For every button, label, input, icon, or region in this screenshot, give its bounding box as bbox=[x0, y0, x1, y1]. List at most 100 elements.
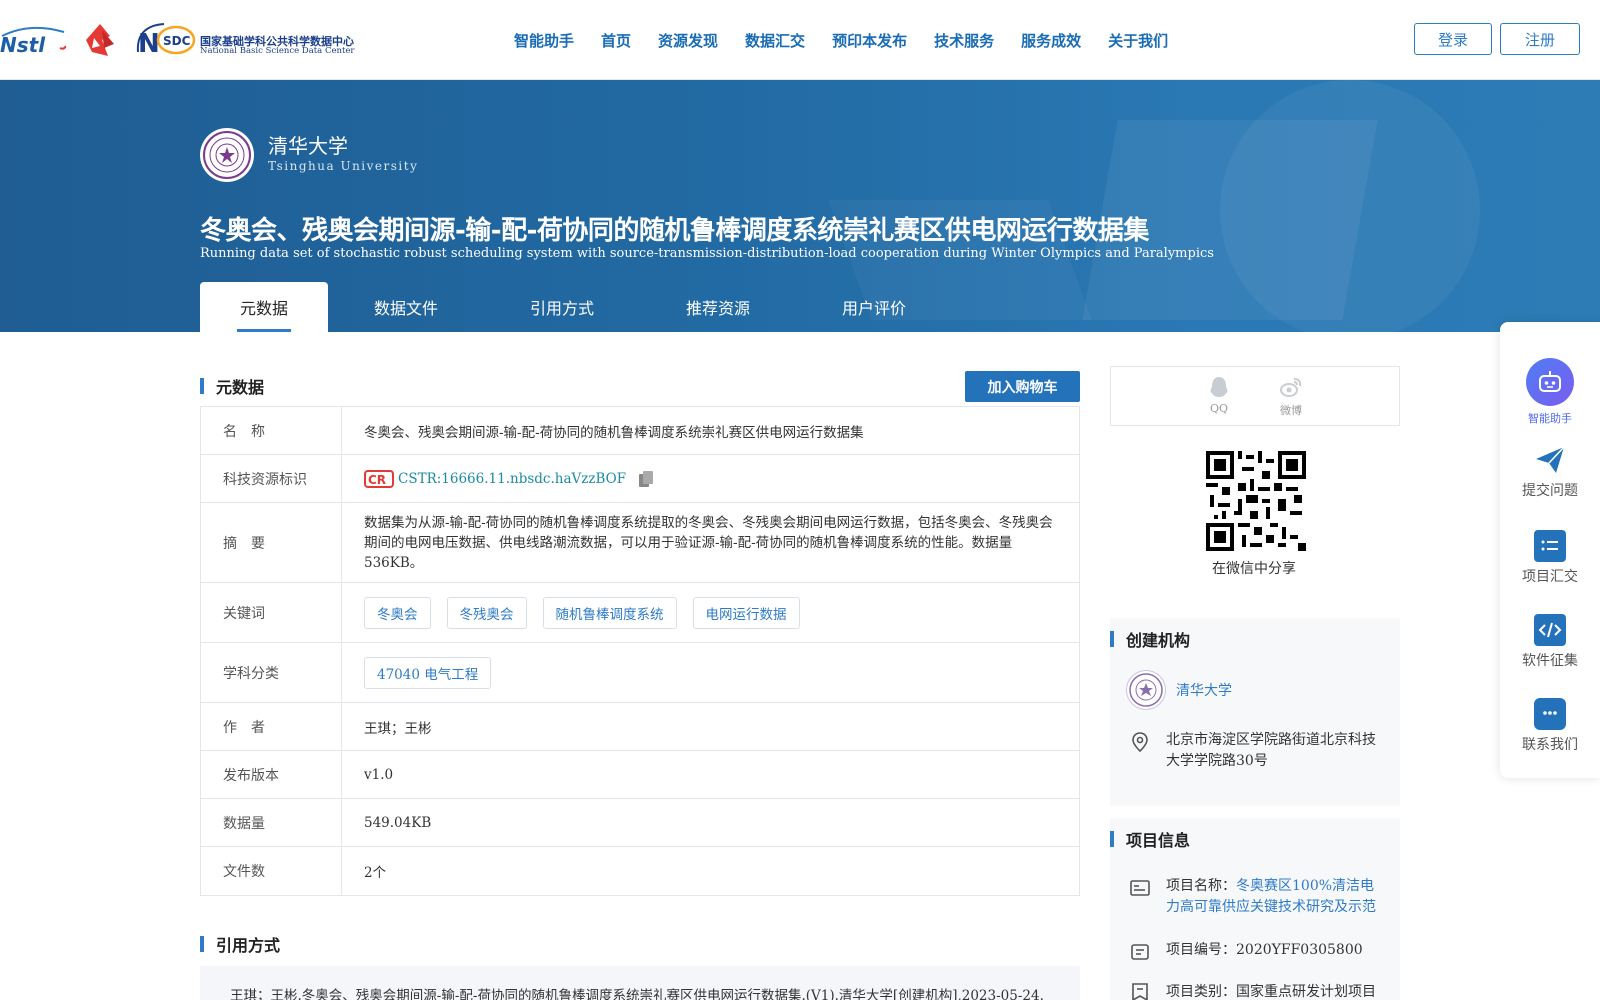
metadata-section-header: 元数据 bbox=[200, 375, 264, 397]
row-label: 学科分类 bbox=[201, 643, 342, 702]
svg-text:N: N bbox=[138, 29, 160, 59]
login-button[interactable]: 登录 bbox=[1414, 23, 1492, 55]
share-qq-label: QQ bbox=[1209, 402, 1229, 415]
cstr-link[interactable]: CR CSTR:16666.11.nbsdc.haVzzBOF bbox=[364, 469, 627, 488]
dataset-english-title: Running data set of stochastic robust sc… bbox=[200, 246, 1214, 261]
metadata-section-title: 元数据 bbox=[216, 378, 265, 397]
tab-recommended[interactable]: 推荐资源 bbox=[640, 282, 796, 332]
cstr-identifier: CSTR:16666.11.nbsdc.haVzzBOF bbox=[398, 470, 627, 487]
table-row: 关键词 冬奥会 冬残奥会 随机鲁棒调度系统 电网运行数据 bbox=[201, 583, 1079, 643]
authors-value: 王琪；王彬 bbox=[364, 720, 432, 737]
dataset-hero: 清华大学 Tsinghua University 冬奥会、残奥会期间源-输-配-… bbox=[0, 80, 1600, 332]
share-box: QQ 微博 bbox=[1110, 366, 1400, 426]
share-qq-button[interactable]: QQ bbox=[1199, 375, 1239, 415]
project-section-header: 项目信息 bbox=[1110, 828, 1190, 850]
svg-text:CR: CR bbox=[368, 473, 386, 487]
row-label: 摘 要 bbox=[201, 503, 342, 582]
nav-ai-assistant[interactable]: 智能助手 bbox=[514, 30, 574, 51]
version-value: v1.0 bbox=[364, 766, 394, 783]
nav-service-results[interactable]: 服务成效 bbox=[1021, 30, 1081, 51]
table-row: 数据量 549.04KB bbox=[201, 799, 1079, 847]
float-project-submission[interactable]: 项目汇交 bbox=[1500, 530, 1600, 586]
row-label: 作 者 bbox=[201, 703, 342, 750]
float-label: 智能助手 bbox=[1528, 412, 1572, 425]
bookmark-icon bbox=[1132, 983, 1148, 1000]
keyword-tag[interactable]: 冬奥会 bbox=[364, 596, 431, 629]
robot-icon bbox=[1526, 358, 1574, 406]
float-contact-us[interactable]: 联系我们 bbox=[1500, 698, 1600, 754]
svg-text:SDC: SDC bbox=[163, 34, 191, 48]
wechat-qr-code bbox=[1206, 451, 1306, 551]
id-card-icon bbox=[1130, 880, 1150, 896]
row-label: 名 称 bbox=[201, 407, 342, 454]
project-name-label: 项目名称： bbox=[1166, 878, 1236, 894]
table-row: 文件数 2个 bbox=[201, 847, 1079, 895]
copy-icon[interactable] bbox=[638, 470, 654, 488]
project-name-line: 项目名称：冬奥赛区100%清洁电力高可靠供应关键技术研究及示范 bbox=[1166, 876, 1386, 918]
project-type: 项目类别：国家重点研发计划项目 bbox=[1166, 984, 1376, 1000]
nav-home[interactable]: 首页 bbox=[601, 30, 631, 51]
row-label: 文件数 bbox=[201, 847, 342, 895]
float-label: 联系我们 bbox=[1522, 737, 1578, 753]
keyword-tag[interactable]: 冬残奥会 bbox=[446, 596, 527, 629]
float-ai-assistant[interactable]: 智能助手 bbox=[1500, 358, 1600, 426]
tab-reviews[interactable]: 用户评价 bbox=[796, 282, 952, 332]
org-section-title: 创建机构 bbox=[1126, 631, 1191, 650]
table-row: 摘 要 数据集为从源-输-配-荷协同的随机鲁棒调度系统提取的冬奥会、冬残奥会期间… bbox=[201, 503, 1079, 583]
float-software-call[interactable]: 软件征集 bbox=[1500, 614, 1600, 670]
university-name[interactable]: 清华大学 bbox=[268, 130, 348, 159]
row-label: 关键词 bbox=[201, 583, 342, 642]
table-row: 学科分类 47040 电气工程 bbox=[201, 643, 1079, 703]
citation-section-title: 引用方式 bbox=[216, 936, 281, 955]
share-weibo-label: 微博 bbox=[1280, 404, 1302, 417]
tab-data-files[interactable]: 数据文件 bbox=[328, 282, 484, 332]
project-number: 项目编号：2020YFF0305800 bbox=[1166, 942, 1363, 958]
floating-toolbar: 智能助手 提交问题 项目汇交 软件征集 联系我们 bbox=[1500, 322, 1600, 778]
share-weibo-button[interactable]: 微博 bbox=[1271, 375, 1311, 418]
tsinghua-seal-logo bbox=[200, 128, 254, 182]
main-nav: 智能助手 首页 资源发现 数据汇交 预印本发布 技术服务 服务成效 关于我们 bbox=[514, 30, 1195, 51]
tab-metadata[interactable]: 元数据 bbox=[200, 282, 328, 332]
nav-resource-discovery[interactable]: 资源发现 bbox=[658, 30, 718, 51]
table-row: 作 者 王琪；王彬 bbox=[201, 703, 1079, 751]
svg-text:Nstl: Nstl bbox=[0, 33, 46, 56]
document-icon bbox=[1131, 944, 1149, 960]
nstl-logo[interactable]: Nstl bbox=[0, 22, 67, 57]
org-section-header: 创建机构 bbox=[1110, 628, 1190, 650]
dataset-tabs: 元数据 数据文件 引用方式 推荐资源 用户评价 bbox=[200, 282, 952, 332]
citation-text: 王琪；王彬.冬奥会、残奥会期间源-输-配-荷协同的随机鲁棒调度系统崇礼赛区供电网… bbox=[200, 966, 1080, 1000]
keyword-tag[interactable]: 随机鲁棒调度系统 bbox=[542, 596, 677, 629]
add-to-cart-button[interactable]: 加入购物车 bbox=[965, 371, 1080, 402]
tab-citation[interactable]: 引用方式 bbox=[484, 282, 640, 332]
table-row: 发布版本 v1.0 bbox=[201, 751, 1079, 799]
register-button[interactable]: 注册 bbox=[1500, 23, 1580, 55]
float-label: 软件征集 bbox=[1522, 653, 1578, 669]
nav-tech-service[interactable]: 技术服务 bbox=[934, 30, 994, 51]
university-english-name: Tsinghua University bbox=[268, 159, 419, 173]
keyword-tag[interactable]: 电网运行数据 bbox=[692, 596, 800, 629]
file-count-value: 2个 bbox=[364, 865, 387, 881]
nav-about[interactable]: 关于我们 bbox=[1108, 30, 1168, 51]
location-pin-icon bbox=[1132, 732, 1148, 752]
chat-bubble-icon bbox=[1534, 698, 1566, 730]
dataset-title: 冬奥会、残奥会期间源-输-配-荷协同的随机鲁棒调度系统崇礼赛区供电网运行数据集 bbox=[200, 216, 1149, 246]
nav-preprint[interactable]: 预印本发布 bbox=[832, 30, 907, 51]
org-name-link[interactable]: 清华大学 bbox=[1176, 680, 1232, 700]
keyword-list: 冬奥会 冬残奥会 随机鲁棒调度系统 电网运行数据 bbox=[342, 583, 1079, 642]
list-folder-icon bbox=[1534, 530, 1566, 562]
row-label: 发布版本 bbox=[201, 751, 342, 798]
qq-icon bbox=[1210, 377, 1228, 397]
row-label: 数据量 bbox=[201, 799, 342, 846]
weibo-icon bbox=[1280, 378, 1302, 397]
table-row: 科技资源标识 CR CSTR:16666.11.nbsdc.haVzzBOF bbox=[201, 455, 1079, 503]
project-info-panel: 项目信息 项目名称：冬奥赛区100%清洁电力高可靠供应关键技术研究及示范 项目编… bbox=[1110, 818, 1400, 1000]
subject-tag[interactable]: 47040 电气工程 bbox=[364, 656, 492, 689]
code-icon bbox=[1534, 614, 1566, 646]
red-emblem-logo[interactable] bbox=[82, 22, 120, 58]
nsdc-en-name: National Basic Science Data Center bbox=[200, 46, 355, 56]
nsdc-logo[interactable]: N SDC 国家基础学科公共科学数据中心 National Basic Scie… bbox=[134, 20, 354, 60]
float-submit-question[interactable]: 提交问题 bbox=[1500, 444, 1600, 500]
row-label: 科技资源标识 bbox=[201, 455, 342, 502]
nav-data-submission[interactable]: 数据汇交 bbox=[745, 30, 805, 51]
citation-section-header: 引用方式 bbox=[200, 933, 280, 955]
